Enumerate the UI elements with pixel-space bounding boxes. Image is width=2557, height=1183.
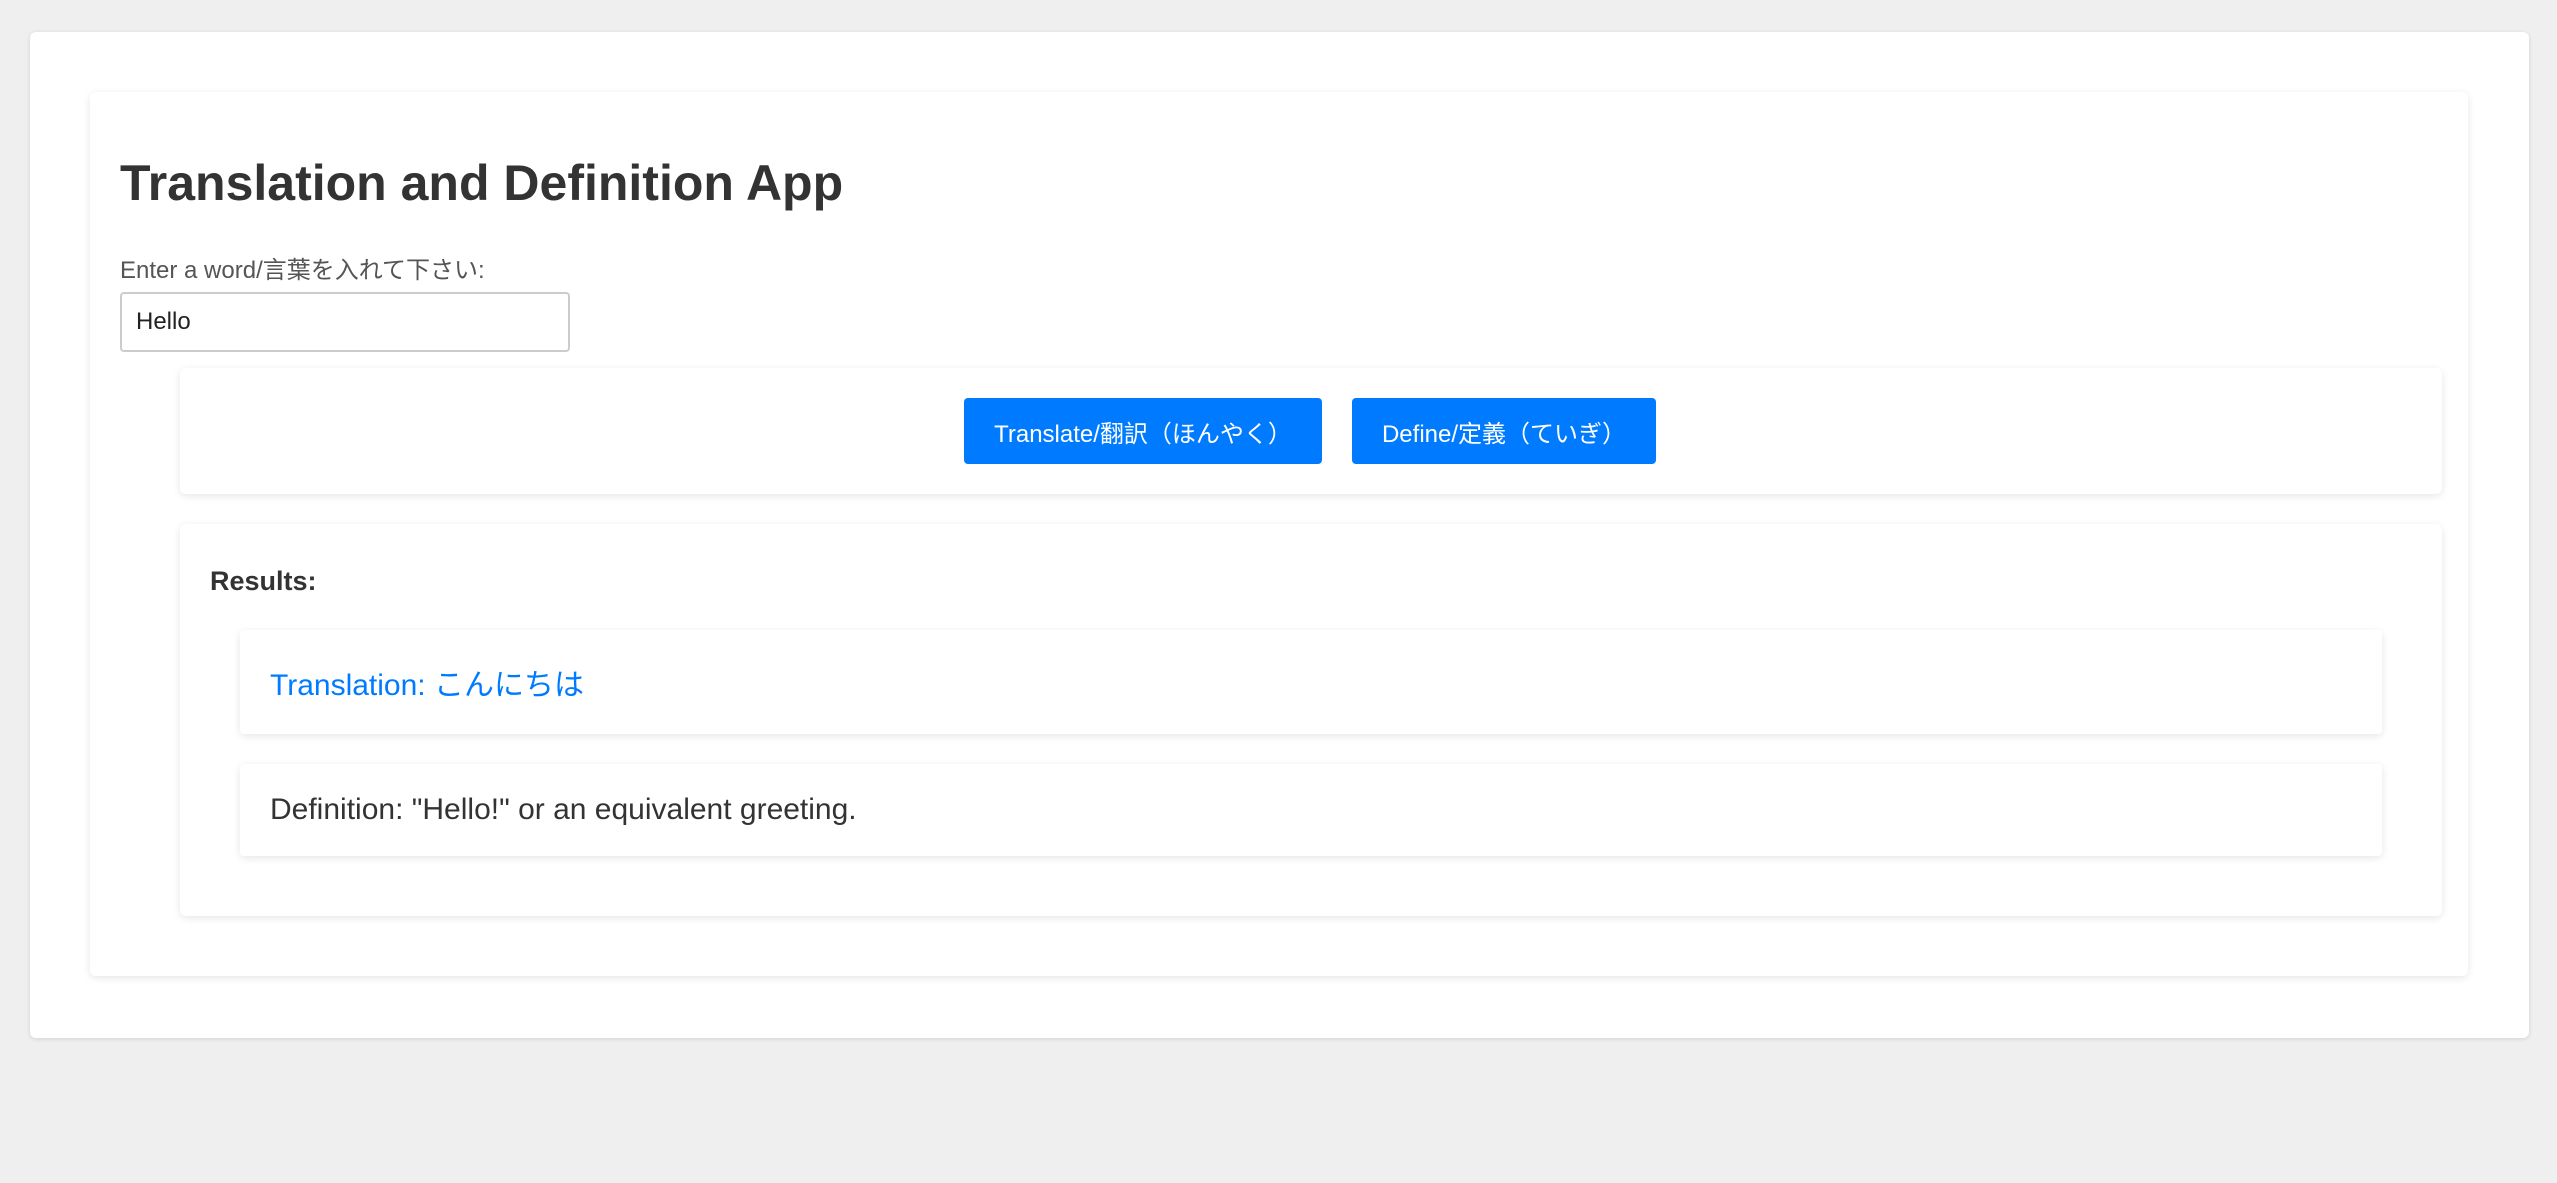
page-title: Translation and Definition App: [120, 155, 844, 211]
results-panel: Results: Translation: こんにちは Definition: …: [180, 524, 2442, 916]
results-heading: Results:: [210, 566, 317, 596]
button-panel: Translate/翻訳（ほんやく） Define/定義（ていぎ）: [180, 368, 2442, 494]
define-button[interactable]: Define/定義（ていぎ）: [1352, 398, 1656, 464]
app-card: Translation and Definition App Enter a w…: [90, 92, 2468, 976]
definition-result: Definition: "Hello!" or an equivalent gr…: [240, 764, 2382, 856]
page-container: Translation and Definition App Enter a w…: [30, 32, 2529, 1038]
translation-text: Translation: こんにちは: [270, 669, 584, 702]
translate-button[interactable]: Translate/翻訳（ほんやく）: [964, 398, 1322, 464]
word-input-label: Enter a word/言葉を入れて下さい:: [120, 257, 485, 284]
word-input[interactable]: [120, 292, 570, 352]
translation-result: Translation: こんにちは: [240, 630, 2382, 734]
definition-text: Definition: "Hello!" or an equivalent gr…: [270, 793, 857, 826]
